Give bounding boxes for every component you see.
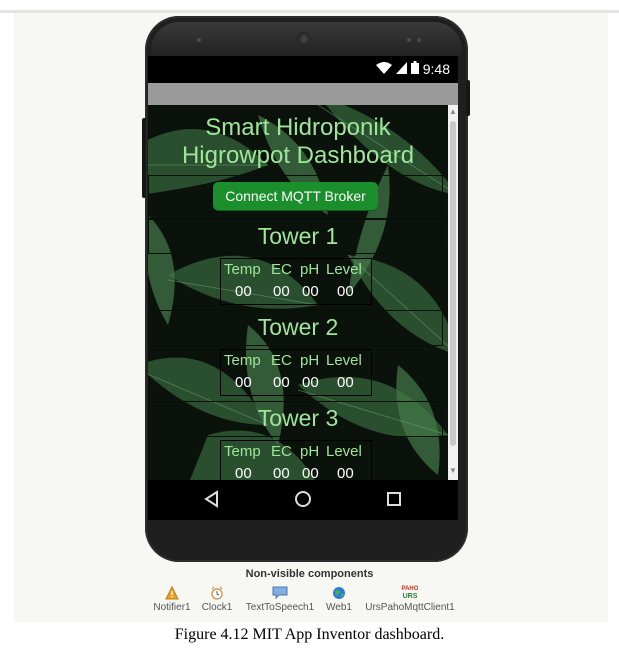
ph-header: pH [300, 352, 320, 369]
app-content[interactable]: Smart Hidroponik Higrowpot Dashboard Con… [148, 105, 448, 480]
app-title-line-2: Higrowpot Dashboard [181, 142, 415, 169]
ec-value: 00 [273, 374, 290, 391]
tower-3-title: Tower 3 [257, 405, 339, 431]
signal-icon [395, 61, 407, 77]
status-bar: 9:48 [148, 56, 458, 83]
component-clock[interactable]: Clock1 [198, 586, 236, 613]
component-label: Clock1 [201, 602, 233, 613]
scroll-down-arrow-icon[interactable]: ▼ [449, 467, 457, 475]
component-notifier[interactable]: Notifier1 [150, 585, 194, 613]
vertical-scrollbar[interactable]: ▲ ▼ [448, 105, 458, 480]
tower-2-readings: Temp EC pH Level 00 00 00 00 [220, 349, 372, 396]
temp-value: 00 [235, 374, 252, 391]
sensor-dot [407, 38, 411, 42]
ph-header: pH [300, 443, 320, 460]
ec-header: EC [271, 261, 292, 278]
scrollbar-thumb[interactable] [450, 121, 456, 446]
ph-value: 00 [302, 465, 319, 480]
urs-mqtt-icon: PAHO URS [358, 586, 462, 601]
ph-header: pH [300, 261, 320, 278]
level-value: 00 [337, 374, 354, 391]
temp-value: 00 [235, 283, 252, 300]
wifi-icon [375, 61, 392, 77]
ec-value: 00 [273, 465, 290, 480]
ec-value: 00 [273, 283, 290, 300]
front-camera [297, 32, 311, 46]
battery-icon [410, 61, 419, 77]
component-label: Notifier1 [153, 602, 191, 613]
phone-side-button-right [466, 80, 470, 116]
component-web[interactable]: Web1 [322, 586, 356, 613]
alarm-clock-icon [198, 586, 236, 601]
phone-screen: 9:48 Smart Hidroponik Higrowpot Dashboar… [148, 56, 458, 520]
connect-mqtt-button[interactable]: Connect MQTT Broker [213, 182, 378, 210]
ph-value: 00 [302, 374, 319, 391]
back-icon[interactable] [203, 490, 219, 513]
speech-bubble-icon [240, 586, 320, 601]
component-text-to-speech[interactable]: TextToSpeech1 [240, 586, 320, 613]
figure-caption: Figure 4.12 MIT App Inventor dashboard. [174, 626, 445, 643]
tower-1-title: Tower 1 [257, 223, 339, 249]
level-header: Level [326, 261, 362, 278]
sensor-dot [197, 38, 201, 42]
tower-3-readings: Temp EC pH Level 00 00 00 00 [220, 440, 372, 480]
globe-icon [322, 586, 356, 601]
temp-value: 00 [235, 465, 252, 480]
urs-mqtt-icon-bottom-text: URS [402, 593, 418, 600]
level-header: Level [326, 443, 362, 460]
component-urs-paho-mqtt-client[interactable]: PAHO URS UrsPahoMqttClient1 [358, 586, 462, 613]
tower-2-title: Tower 2 [257, 314, 339, 340]
scroll-up-arrow-icon[interactable]: ▲ [449, 108, 457, 116]
home-icon[interactable] [294, 490, 312, 513]
temp-header: Temp [224, 261, 261, 278]
app-title-line-1: Smart Hidroponik [205, 114, 391, 141]
ec-header: EC [271, 352, 292, 369]
phone-side-button-left [142, 118, 146, 198]
non-visible-components-title: Non-visible components [245, 568, 374, 580]
temp-header: Temp [224, 352, 261, 369]
ec-header: EC [271, 443, 292, 460]
level-header: Level [326, 352, 362, 369]
tower-1-readings: Temp EC pH Level 00 00 00 00 [220, 258, 372, 305]
temp-header: Temp [224, 443, 261, 460]
status-time: 9:48 [422, 61, 450, 77]
urs-mqtt-icon-top-text: PAHO [401, 586, 419, 592]
ph-value: 00 [302, 283, 319, 300]
recents-icon[interactable] [386, 490, 402, 513]
level-value: 00 [337, 283, 354, 300]
component-label: UrsPahoMqttClient1 [365, 602, 455, 613]
level-value: 00 [337, 465, 354, 480]
app-title-bar [148, 83, 458, 105]
component-label: TextToSpeech1 [245, 602, 315, 613]
warning-icon [150, 585, 194, 601]
sensor-dot [417, 38, 421, 42]
component-label: Web1 [326, 602, 352, 613]
navigation-bar [148, 480, 458, 520]
